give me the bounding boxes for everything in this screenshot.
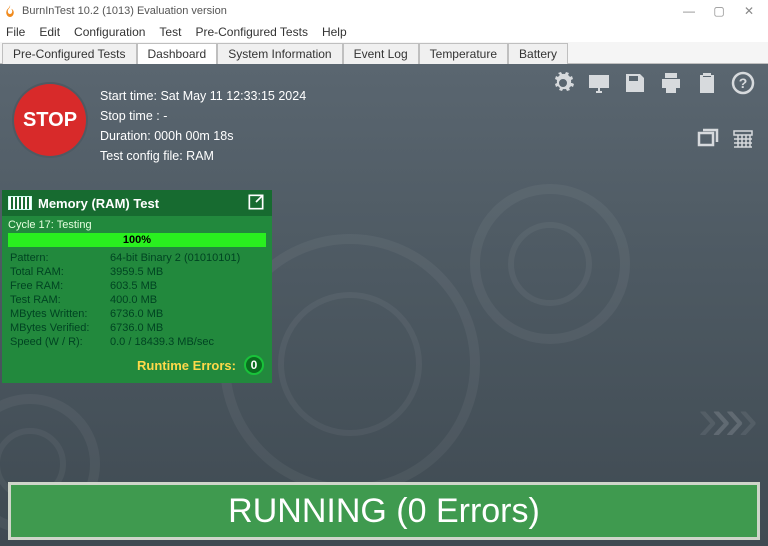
stop-time-label: Stop time :	[100, 109, 160, 123]
close-button[interactable]: ✕	[734, 1, 764, 21]
menu-file[interactable]: File	[6, 25, 25, 39]
bg-chevron-icon: »»»	[698, 384, 738, 453]
popout-icon[interactable]	[246, 192, 266, 215]
ram-icon	[8, 196, 32, 210]
tabbar: Pre-Configured Tests Dashboard System In…	[0, 42, 768, 64]
config-label: Test config file:	[100, 149, 183, 163]
menu-edit[interactable]: Edit	[39, 25, 60, 39]
monitor-icon[interactable]	[584, 70, 614, 96]
menu-test[interactable]: Test	[159, 25, 181, 39]
windows-icon[interactable]	[692, 126, 722, 152]
app-icon	[4, 5, 16, 17]
tab-sysinfo[interactable]: System Information	[217, 43, 342, 64]
duration-label: Duration:	[100, 129, 151, 143]
save-icon[interactable]	[620, 70, 650, 96]
view-toolbar	[692, 126, 758, 152]
tab-dashboard[interactable]: Dashboard	[137, 43, 218, 64]
panel-header: Memory (RAM) Test	[2, 190, 272, 216]
print-icon[interactable]	[656, 70, 686, 96]
status-text: RUNNING (0 Errors)	[228, 492, 540, 531]
tab-preconfigured[interactable]: Pre-Configured Tests	[2, 43, 137, 64]
memory-test-panel: Memory (RAM) Test Cycle 17: Testing 100%…	[2, 190, 272, 383]
status-bar: RUNNING (0 Errors)	[8, 482, 760, 540]
menu-configuration[interactable]: Configuration	[74, 25, 145, 39]
svg-text:?: ?	[739, 75, 748, 91]
table-row: Total RAM:3959.5 MB	[2, 265, 272, 279]
clipboard-icon[interactable]	[692, 70, 722, 96]
duration-value: 000h 00m 18s	[154, 129, 233, 143]
table-row: MBytes Written:6736.0 MB	[2, 307, 272, 321]
errors-label: Runtime Errors:	[137, 358, 236, 373]
gear-icon[interactable]	[548, 70, 578, 96]
tab-eventlog[interactable]: Event Log	[343, 43, 419, 64]
bg-gear-icon	[470, 184, 630, 344]
menu-help[interactable]: Help	[322, 25, 347, 39]
progress-percent: 100%	[123, 234, 151, 246]
cycle-status: Cycle 17: Testing	[2, 216, 272, 233]
progress-bar: 100%	[8, 233, 266, 247]
runtime-errors: Runtime Errors: 0	[2, 349, 272, 375]
table-row: MBytes Verified:6736.0 MB	[2, 321, 272, 335]
table-row: Speed (W / R):0.0 / 18439.3 MB/sec	[2, 335, 272, 349]
tab-battery[interactable]: Battery	[508, 43, 568, 64]
window-title: BurnInTest 10.2 (1013) Evaluation versio…	[22, 5, 227, 17]
table-row: Pattern:64-bit Binary 2 (01010101)	[2, 251, 272, 265]
table-row: Free RAM:603.5 MB	[2, 279, 272, 293]
menu-preconfigured[interactable]: Pre-Configured Tests	[195, 25, 308, 39]
stop-label: STOP	[23, 109, 77, 132]
tab-temperature[interactable]: Temperature	[419, 43, 508, 64]
dashboard-pane: »»» ? STOP Start time: Sat May 11 12:33:…	[0, 64, 768, 546]
stop-time-value: -	[163, 109, 167, 123]
stop-button[interactable]: STOP	[14, 84, 86, 156]
help-icon[interactable]: ?	[728, 70, 758, 96]
toolbar: ?	[548, 70, 758, 96]
start-time-label: Start time:	[100, 89, 157, 103]
grid-icon[interactable]	[728, 126, 758, 152]
start-time-value: Sat May 11 12:33:15 2024	[160, 89, 306, 103]
config-value: RAM	[186, 149, 214, 163]
errors-badge: 0	[244, 355, 264, 375]
titlebar: BurnInTest 10.2 (1013) Evaluation versio…	[0, 0, 768, 22]
test-info: Start time: Sat May 11 12:33:15 2024 Sto…	[100, 86, 306, 166]
minimize-button[interactable]: ―	[674, 1, 704, 21]
table-row: Test RAM:400.0 MB	[2, 293, 272, 307]
panel-title: Memory (RAM) Test	[38, 196, 159, 211]
maximize-button[interactable]: ▢	[704, 1, 734, 21]
menubar: File Edit Configuration Test Pre-Configu…	[0, 22, 768, 42]
